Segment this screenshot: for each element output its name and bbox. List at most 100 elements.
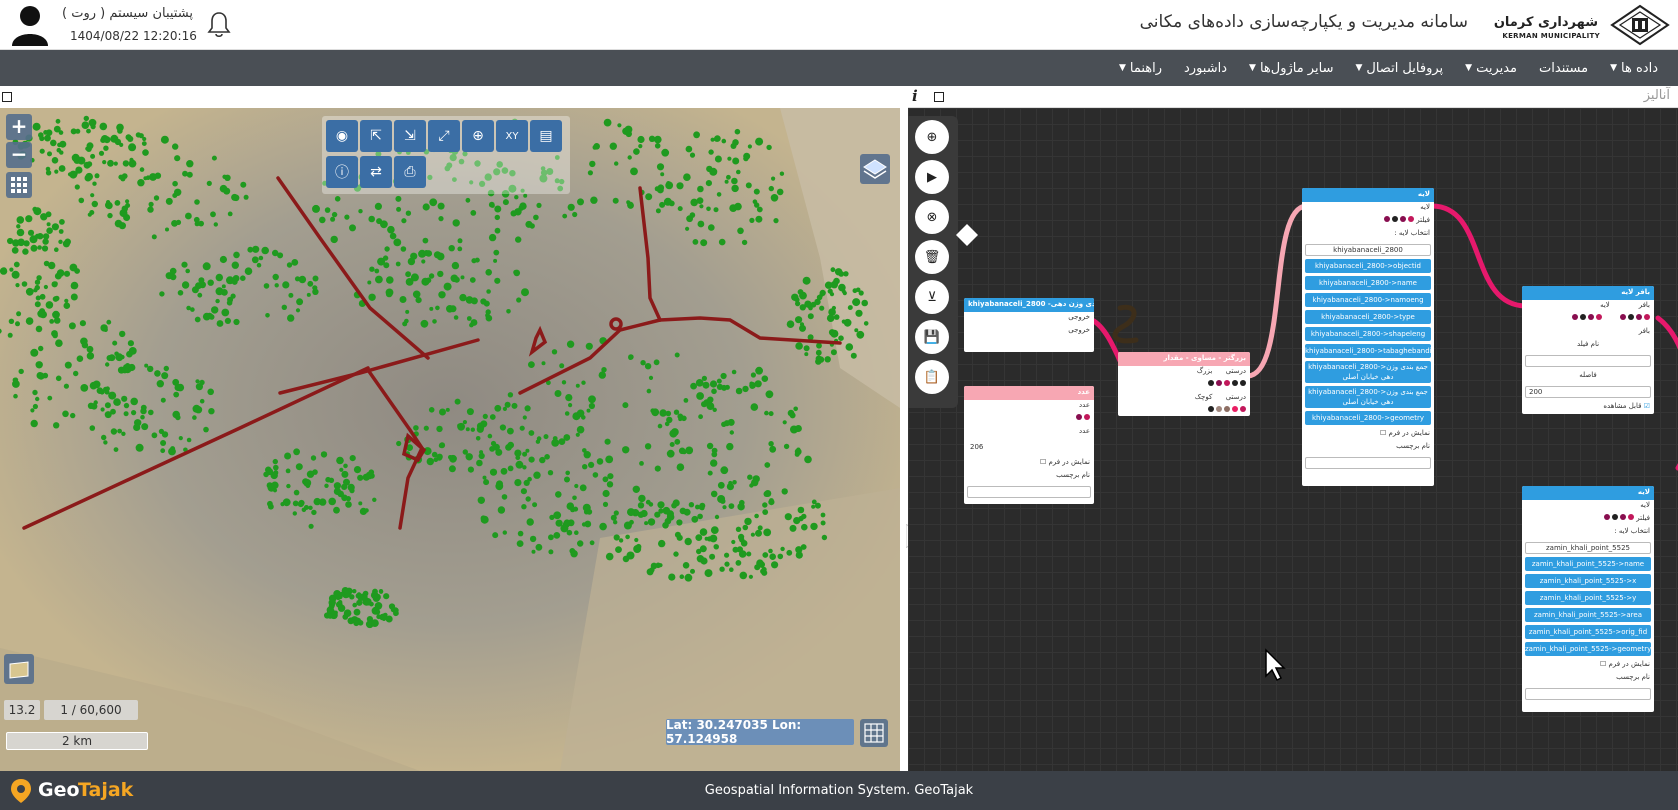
clipboard-icon[interactable]: 📋	[915, 360, 949, 394]
field-button[interactable]: khiyabanaceli_2800->namoeng	[1305, 293, 1431, 307]
field-button[interactable]: zamin_khali_point_5525->name	[1525, 557, 1651, 571]
label-name-input[interactable]	[1305, 457, 1431, 469]
info-icon[interactable]: ⓘ	[326, 156, 358, 188]
grid-view-button[interactable]	[6, 172, 32, 198]
label-name-input[interactable]	[1525, 688, 1651, 700]
checkbox[interactable]: ☐	[1600, 660, 1606, 668]
node-filter[interactable]: فیلتر	[1522, 513, 1654, 526]
field-text: دهی خیابان اصلی	[1342, 373, 1394, 381]
globe-icon[interactable]: ◉	[326, 120, 358, 152]
delete-icon[interactable]: 🗑	[915, 240, 949, 274]
chevron-down-icon: ▼	[1118, 63, 1126, 73]
cancel-icon[interactable]: ⊗	[915, 200, 949, 234]
node-output[interactable]: لایه	[1302, 202, 1434, 215]
node-input[interactable]: عدد	[964, 400, 1094, 413]
number-value-input[interactable]: 206	[967, 442, 1091, 454]
menu-item-documents[interactable]: مستندات	[1529, 50, 1598, 86]
field-button[interactable]: zamin_khali_point_5525->geometry	[1525, 642, 1651, 656]
download-icon[interactable]: ⊻	[915, 280, 949, 314]
swipe-icon[interactable]: ⇄	[360, 156, 392, 188]
checkbox[interactable]: ☐	[1380, 429, 1386, 437]
field-button[interactable]: khiyabanaceli_2800->geometry	[1305, 411, 1431, 425]
node-weighted-sum[interactable]: khiyabanaceli_2800 -جمع بندی وزن دهی ...…	[964, 298, 1094, 352]
zoom-previous-icon[interactable]: ⇲	[394, 120, 426, 152]
buffer-out-row[interactable]: بافر	[1522, 326, 1654, 339]
show-in-form-label: نمایش در فرم	[1608, 660, 1651, 668]
analysis-panel-maximize-icon[interactable]	[934, 92, 944, 102]
map-panel-maximize-icon[interactable]	[2, 92, 12, 102]
field-button[interactable]: zamin_khali_point_5525->area	[1525, 608, 1651, 622]
checkbox-checked[interactable]: ☑	[1644, 402, 1650, 410]
node-layer-vacant-land[interactable]: لایه لایه فیلتر انتخاب لایه : zamin_khal…	[1522, 486, 1654, 712]
filter-label: فیلتر	[1416, 216, 1430, 224]
add-node-icon[interactable]: ⊕	[915, 120, 949, 154]
menu-item-data[interactable]: داده ها ▼	[1600, 50, 1668, 86]
map-view[interactable]: + − ◉ ⇱ ⇲ ⤢ ⊕ XY ▤ ⓘ ⇄ ⎙ 13.2 1 / 60,600…	[0, 108, 900, 771]
info-icon[interactable]: i	[912, 87, 918, 105]
field-button[interactable]: khiyabanaceli_2800->shapeleng	[1305, 327, 1431, 341]
node-number[interactable]: عدد عدد عدد 206 نمایش در فرم ☐ نام برچسب	[964, 386, 1094, 504]
checkbox[interactable]: ☐	[1040, 458, 1046, 466]
layer-select[interactable]: zamin_khali_point_5525	[1525, 542, 1651, 554]
node-output[interactable]: خروجی	[964, 325, 1094, 338]
node-buffer[interactable]: بافر لایه بافر لایه بافر نام فیلد فاصله …	[1522, 286, 1654, 414]
node-dots	[1118, 405, 1250, 416]
zoom-extent-icon[interactable]: ⇱	[360, 120, 392, 152]
enable-view-row[interactable]: ☑ قابل مشاهده	[1522, 401, 1654, 414]
node-filter[interactable]: فیلتر	[1302, 215, 1434, 228]
node-output[interactable]: خروجی	[964, 312, 1094, 325]
field-button[interactable]: khiyabanaceli_2800->جمع بندی وزن دهی خیاب…	[1305, 386, 1431, 408]
menu-item-management[interactable]: مدیریت ▼	[1455, 50, 1527, 86]
diamond-handle-icon[interactable]	[956, 224, 978, 246]
chevron-down-icon: ▼	[1610, 63, 1618, 73]
field-button[interactable]: zamin_khali_point_5525->y	[1525, 591, 1651, 605]
menu-item-help[interactable]: راهنما ▼	[1109, 50, 1172, 86]
field-button[interactable]: zamin_khali_point_5525->x	[1525, 574, 1651, 588]
menu-item-dashboard[interactable]: داشبورد	[1174, 50, 1237, 86]
node-output[interactable]: لایه	[1522, 500, 1654, 513]
user-name: پشتیبان سیستم ( روت )	[62, 6, 193, 21]
node-layer-streets[interactable]: لایه لایه فیلتر انتخاب لایه : khiyabanac…	[1302, 188, 1434, 486]
analysis-canvas[interactable]: ⊕ ▶ ⊗ 🗑 ⊻ 💾 📋 khiyabanaceli_2800 -جمع بن…	[908, 108, 1678, 771]
graticule-button[interactable]	[860, 719, 888, 747]
field-name-input[interactable]	[1525, 355, 1651, 367]
field-text: دهی خیابان اصلی	[1342, 398, 1394, 406]
zoom-in-button[interactable]: +	[6, 114, 32, 140]
fullscreen-icon[interactable]: ⤢	[428, 120, 460, 152]
bell-icon[interactable]	[206, 11, 232, 39]
field-button[interactable]: zamin_khali_point_5525->orig_fid	[1525, 625, 1651, 639]
world-grid-icon[interactable]: ⊕	[462, 120, 494, 152]
print-icon[interactable]: ⎙	[394, 156, 426, 188]
save-icon[interactable]: 💾	[915, 320, 949, 354]
compare-row-big[interactable]: درستی بزرگ	[1118, 366, 1250, 379]
distance-input[interactable]: 200	[1525, 386, 1651, 398]
layers-button[interactable]	[860, 154, 890, 184]
basemap-switch-button[interactable]	[4, 654, 34, 684]
field-button[interactable]: khiyabanaceli_2800->type	[1305, 310, 1431, 324]
node-output[interactable]: عدد	[964, 426, 1094, 439]
node-title: عدد	[964, 386, 1094, 400]
field-button[interactable]: khiyabanaceli_2800->tabaghebandi	[1305, 344, 1431, 358]
menu-item-label: مستندات	[1539, 60, 1589, 76]
zoom-out-button[interactable]: −	[6, 142, 32, 168]
xy-coordinates-icon[interactable]: XY	[496, 120, 528, 152]
menu-item-label: مدیریت	[1476, 60, 1518, 76]
field-button[interactable]: khiyabanaceli_2800->جمع بندی وزن دهی خیاب…	[1305, 361, 1431, 383]
layer-select[interactable]: khiyabanaceli_2800	[1305, 244, 1431, 256]
menu-item-connection-profile[interactable]: پروفایل اتصال ▼	[1345, 50, 1453, 86]
label-name-input[interactable]	[967, 486, 1091, 498]
user-avatar-icon[interactable]	[10, 4, 50, 46]
field-button[interactable]: khiyabanaceli_2800->objectid	[1305, 259, 1431, 273]
show-in-form-row[interactable]: نمایش در فرم ☐	[1522, 659, 1654, 672]
basemap-icon[interactable]: ▤	[530, 120, 562, 152]
field-button[interactable]: khiyabanaceli_2800->name	[1305, 276, 1431, 290]
menu-item-other-modules[interactable]: سایر ماژول‌ها ▼	[1239, 50, 1343, 86]
compare-row-small[interactable]: درستی کوچک	[1118, 392, 1250, 405]
node-compare[interactable]: بزرگتر - مساوی - مقدار درستی بزرگ درستی …	[1118, 352, 1250, 416]
show-in-form-row[interactable]: نمایش در فرم ☐	[964, 457, 1094, 470]
run-icon[interactable]: ▶	[915, 160, 949, 194]
buffer-io-row[interactable]: بافر لایه	[1522, 300, 1654, 313]
panel-splitter[interactable]	[900, 86, 920, 771]
show-in-form-row[interactable]: نمایش در فرم ☐	[1302, 428, 1434, 441]
output-label: لایه	[1640, 501, 1650, 509]
